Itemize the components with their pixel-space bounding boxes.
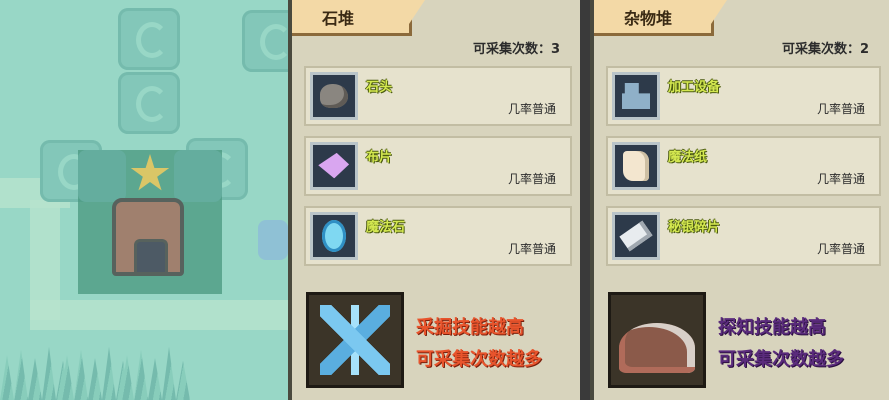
loot-row[interactable]: 秘银碎片 几率普通: [606, 206, 881, 266]
panel-title: 杂物堆: [594, 0, 714, 36]
item-name: 魔法纸: [668, 150, 708, 165]
promo-text: 探知技能越高 可采集次数越多: [718, 312, 844, 376]
item-name: 布片: [366, 150, 393, 165]
item-slot: [310, 212, 358, 260]
promo-text: 采掘技能越高 可采集次数越多: [416, 312, 542, 376]
game-map[interactable]: [0, 0, 288, 400]
item-slot: [612, 72, 660, 120]
device-icon: [622, 83, 650, 109]
item-name: 石头: [366, 80, 393, 95]
item-slot: [310, 72, 358, 120]
promo-line-2: 可采集次数越多: [416, 349, 542, 370]
loot-row[interactable]: 加工设备 几率普通: [606, 66, 881, 126]
item-name: 秘银碎片: [668, 220, 721, 235]
item-name: 魔法石: [366, 220, 406, 235]
crystal-icon: [320, 305, 390, 375]
gather-panel-stone-pile: 石堆 可采集次数：3 石头 几率普通 布片 几率普通 魔法石 几率普通 采掘技能…: [288, 0, 580, 400]
gather-count: 可采集次数：3: [472, 42, 560, 57]
loot-row[interactable]: 布片 几率普通: [304, 136, 572, 196]
item-rate: 几率普通: [507, 172, 556, 186]
promo-line-1: 探知技能越高: [718, 317, 826, 338]
loot-row[interactable]: 石头 几率普通: [304, 66, 572, 126]
item-rate: 几率普通: [507, 242, 556, 256]
gather-panel-debris-pile: 杂物堆 可采集次数：2 加工设备 几率普通 魔法纸 几率普通 秘银碎片 几率普通…: [590, 0, 889, 400]
item-name: 加工设备: [668, 80, 721, 95]
item-rate: 几率普通: [507, 102, 556, 116]
item-rate: 几率普通: [816, 172, 865, 186]
magic-stone-icon: [322, 220, 346, 252]
promo-line-1: 采掘技能越高: [416, 317, 524, 338]
panel-title: 石堆: [292, 0, 412, 36]
item-slot: [310, 142, 358, 190]
item-rate: 几率普通: [816, 242, 865, 256]
promo-image: [608, 292, 706, 388]
mithril-shard-icon: [619, 220, 653, 252]
item-rate: 几率普通: [816, 102, 865, 116]
promo-line-2: 可采集次数越多: [718, 349, 844, 370]
item-slot: [612, 212, 660, 260]
paper-icon: [623, 151, 649, 181]
debris-pile-icon: [619, 323, 695, 373]
cloth-icon: [316, 151, 351, 182]
loot-row[interactable]: 魔法纸 几率普通: [606, 136, 881, 196]
map-haze: [0, 0, 288, 400]
gather-count: 可采集次数：2: [781, 42, 869, 57]
rock-icon: [320, 84, 348, 108]
promo-image: [306, 292, 404, 388]
item-slot: [612, 142, 660, 190]
loot-row[interactable]: 魔法石 几率普通: [304, 206, 572, 266]
